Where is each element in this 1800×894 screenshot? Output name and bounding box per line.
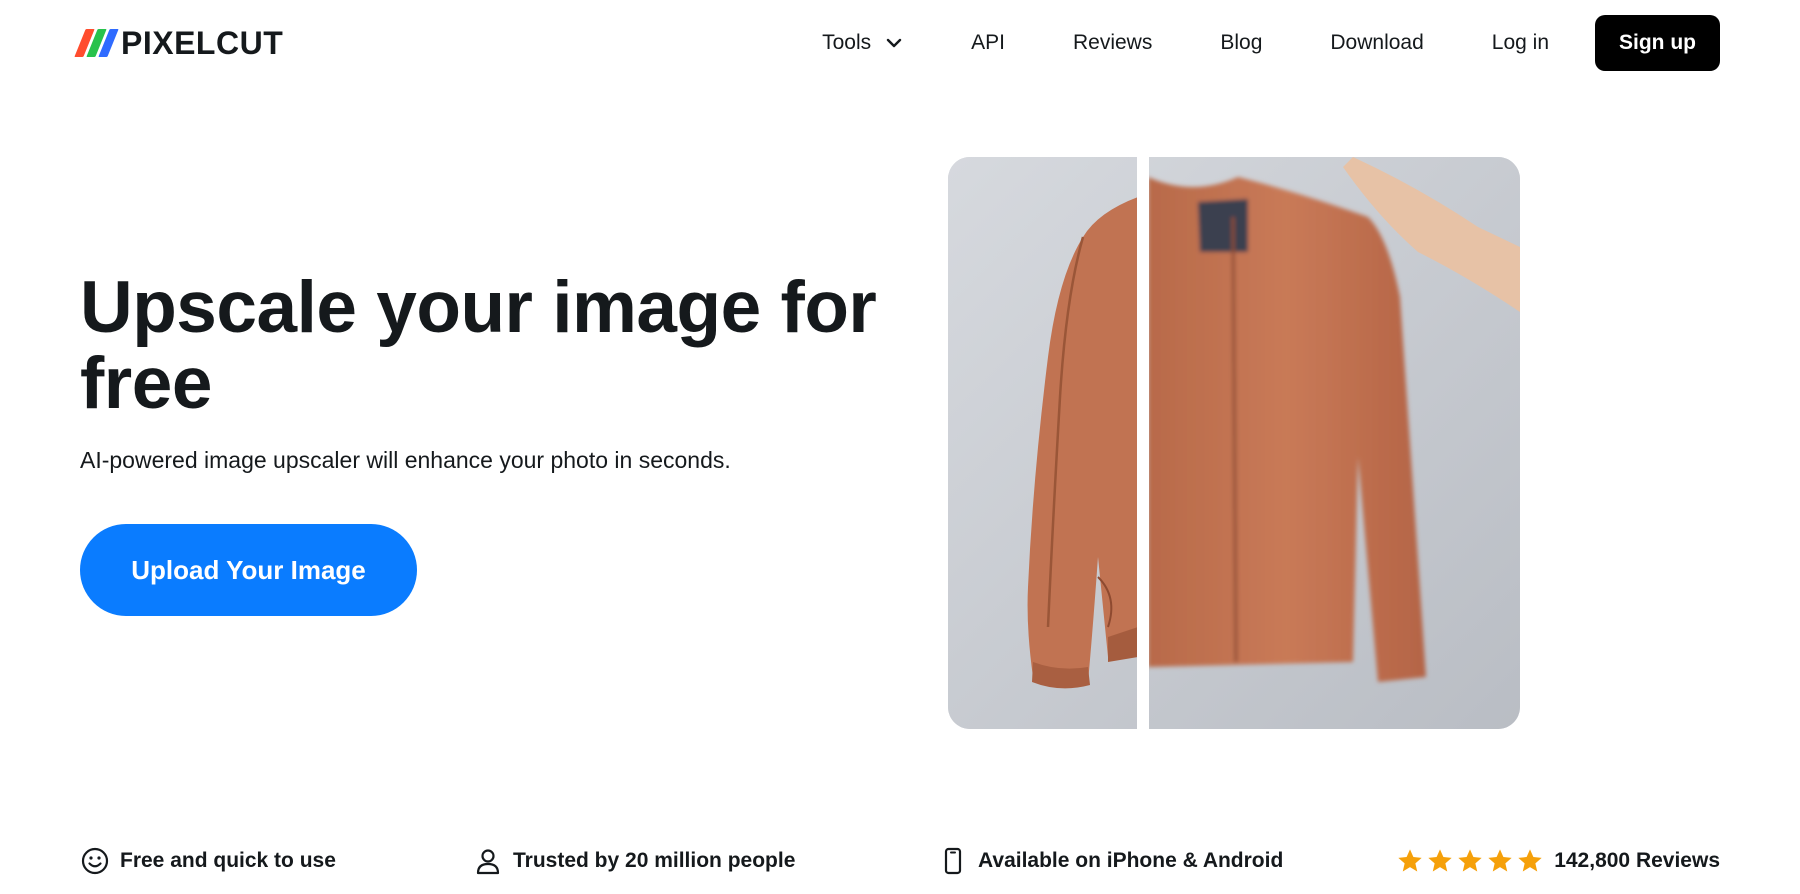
- chevron-down-icon: [886, 38, 902, 48]
- feature-free: Free and quick to use: [80, 843, 336, 879]
- nav-blog[interactable]: Blog: [1186, 15, 1296, 71]
- nav-login[interactable]: Log in: [1458, 15, 1583, 71]
- features-bar: Free and quick to use Trusted by 20 mill…: [80, 843, 1720, 879]
- nav-api[interactable]: API: [937, 15, 1039, 71]
- smile-icon: [81, 847, 109, 875]
- feature-available: Available on iPhone & Android: [938, 843, 1283, 879]
- star-icon: [1428, 849, 1452, 872]
- nav-reviews[interactable]: Reviews: [1039, 15, 1186, 71]
- page: PIXELCUT Tools API Reviews Blog Download…: [0, 0, 1800, 894]
- signup-button[interactable]: Sign up: [1595, 15, 1720, 71]
- feature-free-label: Free and quick to use: [120, 849, 336, 872]
- main-nav: Tools API Reviews Blog Download Log in S…: [788, 15, 1720, 71]
- nav-tools-dropdown[interactable]: Tools: [788, 15, 937, 71]
- feature-trusted: Trusted by 20 million people: [473, 843, 795, 879]
- upload-image-button[interactable]: Upload Your Image: [80, 524, 417, 616]
- hero-subtitle: AI-powered image upscaler will enhance y…: [80, 447, 731, 473]
- feature-reviews[interactable]: 142,800 Reviews: [1396, 843, 1720, 879]
- star-icon: [1488, 849, 1512, 872]
- star-icon: [1518, 849, 1542, 872]
- star-rating: [1396, 847, 1544, 875]
- nav-tools-label: Tools: [822, 31, 872, 54]
- feature-available-label: Available on iPhone & Android: [978, 849, 1284, 872]
- star-icon: [1458, 849, 1482, 872]
- logo-text: PIXELCUT: [121, 25, 284, 61]
- logo-mark-icon: [74, 29, 119, 57]
- hero-title: Upscale your image for free: [80, 267, 877, 424]
- phone-icon: [944, 847, 962, 875]
- star-icon: [1398, 849, 1422, 872]
- before-after-image: [948, 157, 1520, 729]
- feature-reviews-label: 142,800 Reviews: [1554, 849, 1720, 872]
- logo[interactable]: PIXELCUT: [74, 25, 284, 61]
- user-icon: [476, 849, 500, 875]
- jacket-photo: [948, 157, 1520, 729]
- nav-download[interactable]: Download: [1296, 15, 1457, 71]
- feature-trusted-label: Trusted by 20 million people: [513, 849, 796, 872]
